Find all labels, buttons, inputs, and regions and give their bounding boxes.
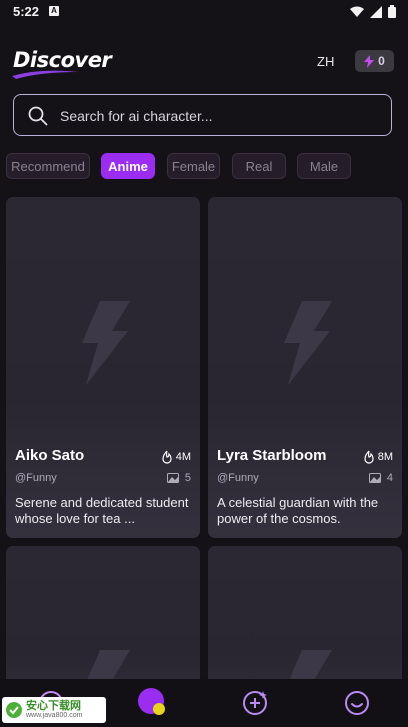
character-card[interactable]: Lyra Starbloom 8M @Funny 4 A celestial g… xyxy=(208,197,402,538)
search-bar[interactable] xyxy=(13,94,392,136)
wifi-icon xyxy=(350,6,364,17)
chat-bubble-icon xyxy=(138,688,165,715)
nav-profile[interactable] xyxy=(341,687,373,719)
search-input[interactable] xyxy=(58,105,382,127)
status-time: 5:22 xyxy=(13,4,40,19)
fire-icon xyxy=(162,450,172,464)
tab-recommend[interactable]: Recommend xyxy=(6,153,90,179)
watermark-logo-icon xyxy=(6,702,22,718)
add-icon xyxy=(243,691,267,715)
nav-chat[interactable] xyxy=(137,687,169,719)
character-description: Serene and dedicated student whose love … xyxy=(15,495,189,526)
placeholder-lightning-icon xyxy=(82,301,130,385)
character-card[interactable]: Aiko Sato 4M @Funny 5 Serene and dedicat… xyxy=(6,197,200,538)
signal-icon xyxy=(370,5,382,18)
image-count-value: 5 xyxy=(184,472,191,484)
watermark-url: www.java800.com xyxy=(26,712,83,719)
image-count-value: 4 xyxy=(386,472,393,484)
tab-male[interactable]: Male xyxy=(297,153,351,179)
image-icon xyxy=(166,473,179,483)
notification-a-icon: A xyxy=(49,6,59,16)
popularity: 4M xyxy=(161,450,191,464)
energy-count: 0 xyxy=(378,54,385,68)
smiley-icon xyxy=(345,691,369,715)
image-count: 5 xyxy=(166,472,191,484)
image-icon xyxy=(368,473,381,483)
placeholder-lightning-icon xyxy=(284,301,332,385)
creator-handle: @Funny xyxy=(15,472,57,484)
creator-handle: @Funny xyxy=(217,472,259,484)
character-name: Lyra Starbloom xyxy=(217,447,327,464)
fire-icon xyxy=(364,450,374,464)
battery-icon xyxy=(388,5,396,18)
search-icon xyxy=(28,106,48,126)
popularity: 8M xyxy=(363,450,393,464)
energy-button[interactable]: 0 xyxy=(355,50,394,72)
site-watermark: 安心下载网 www.java800.com xyxy=(2,697,106,723)
popularity-count: 8M xyxy=(377,451,393,463)
page-title: Discover xyxy=(13,48,112,72)
status-bar: 5:22 A xyxy=(0,0,408,24)
character-description: A celestial guardian with the power of t… xyxy=(217,495,379,526)
header: Discover ZH 0 xyxy=(0,42,408,82)
status-icons xyxy=(350,5,396,18)
nav-create[interactable] xyxy=(239,687,271,719)
character-name: Aiko Sato xyxy=(15,447,85,464)
tab-female[interactable]: Female xyxy=(167,153,220,179)
popularity-count: 4M xyxy=(175,451,191,463)
watermark-title: 安心下载网 xyxy=(26,700,81,712)
image-count: 4 xyxy=(368,472,393,484)
tab-anime[interactable]: Anime xyxy=(101,153,155,179)
lightning-icon xyxy=(364,54,375,68)
tab-real[interactable]: Real xyxy=(232,153,286,179)
language-toggle[interactable]: ZH xyxy=(317,54,334,69)
